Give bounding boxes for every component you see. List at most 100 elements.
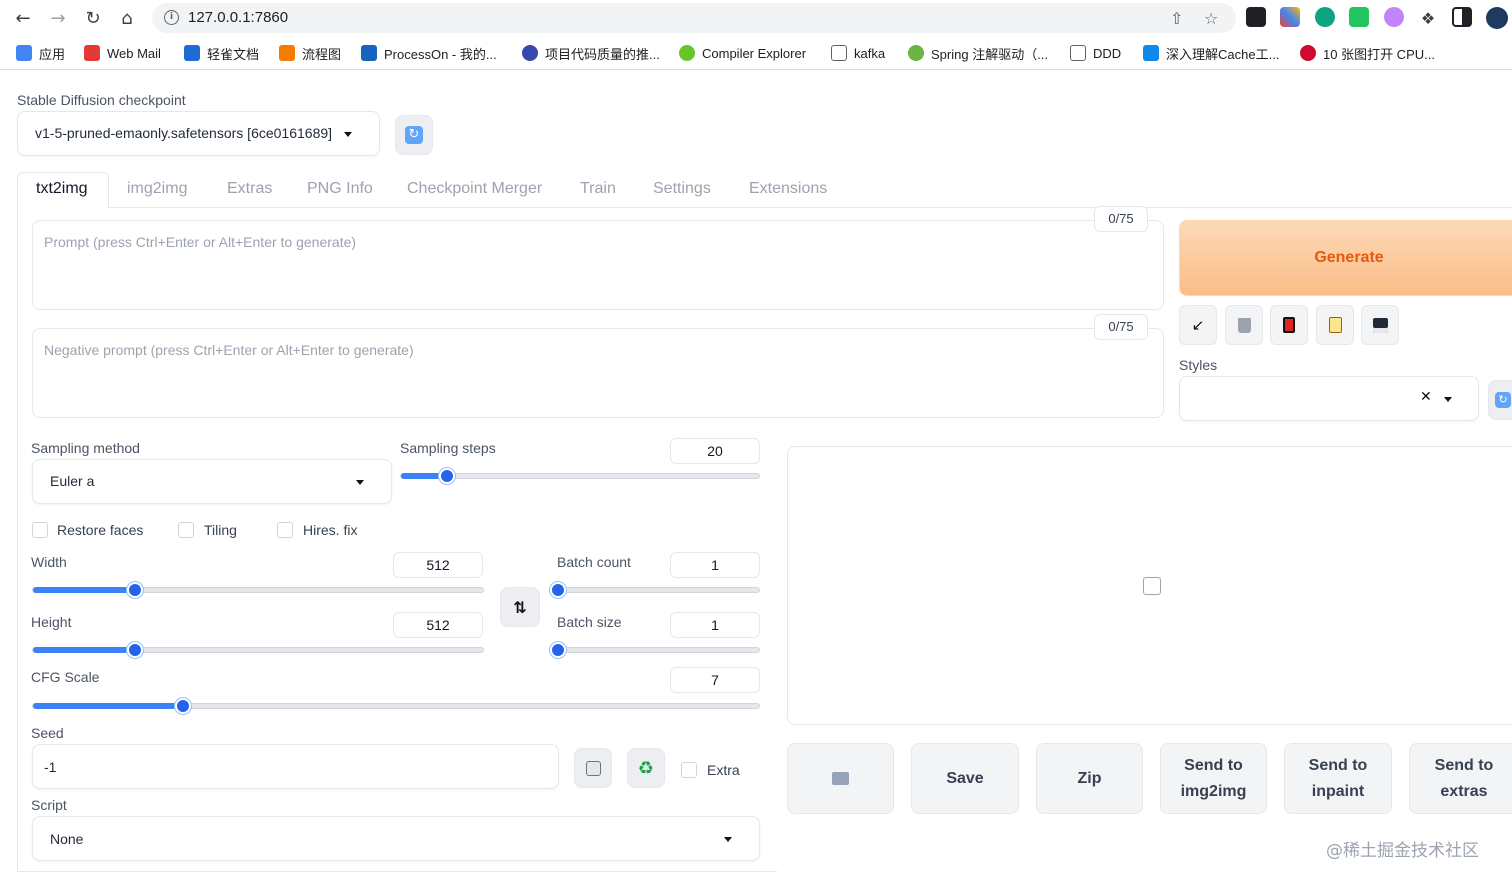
script-value: None — [50, 831, 84, 847]
swap-dimensions-button[interactable]: ⇅ — [500, 587, 540, 627]
bookmark-flowchart[interactable]: 流程图 — [279, 44, 341, 62]
cfg-scale-slider[interactable] — [32, 698, 760, 714]
profile-avatar-icon[interactable] — [1486, 7, 1508, 29]
save-style-button[interactable] — [1361, 305, 1399, 345]
slider-thumb[interactable] — [127, 642, 143, 658]
slider-thumb[interactable] — [439, 468, 455, 484]
folder-icon — [832, 772, 849, 785]
batch-size-slider[interactable] — [550, 642, 760, 658]
clear-prompt-button[interactable] — [1225, 305, 1263, 345]
extensions-puzzle-icon[interactable]: ❖ — [1416, 6, 1440, 30]
send-to-inpaint-button[interactable]: Send to inpaint — [1284, 743, 1392, 814]
webmail-icon — [84, 45, 100, 61]
home-icon[interactable]: ⌂ — [115, 6, 139, 30]
tab-img2img[interactable]: img2img — [127, 180, 187, 198]
reload-icon[interactable]: ↻ — [81, 6, 105, 30]
moon-icon — [522, 45, 538, 61]
bookmark-yuque[interactable]: 轻雀文档 — [184, 44, 259, 62]
left-panel-frame — [17, 208, 18, 872]
bookmark-processon[interactable]: ProcessOn - 我的... — [361, 44, 497, 62]
clear-x-icon[interactable]: ✕ — [1420, 389, 1432, 405]
bookmark-webmail[interactable]: Web Mail — [84, 44, 161, 62]
reuse-seed-button[interactable]: ♻ — [627, 748, 665, 788]
negative-prompt-token-counter: 0/75 — [1094, 314, 1148, 340]
bookmark-star-icon[interactable]: ☆ — [1204, 9, 1218, 28]
extension-chat-icon[interactable] — [1315, 7, 1335, 27]
tab-settings[interactable]: Settings — [653, 180, 711, 198]
extension-qr-icon[interactable] — [1349, 7, 1369, 27]
seed-label: Seed — [31, 725, 64, 741]
forward-icon[interactable]: → — [46, 6, 70, 30]
bookmark-compiler-explorer[interactable]: Compiler Explorer — [679, 44, 806, 62]
apps-grid-icon — [16, 45, 32, 61]
zip-button[interactable]: Zip — [1036, 743, 1143, 814]
extension-openai-icon[interactable] — [1384, 7, 1404, 27]
show-extra-networks-button[interactable] — [1270, 305, 1308, 345]
styles-dropdown[interactable]: ✕ — [1179, 376, 1479, 421]
height-label: Height — [31, 614, 72, 630]
share-icon[interactable]: ⇧ — [1170, 9, 1183, 28]
script-dropdown[interactable]: None — [32, 816, 760, 861]
extra-seed-label: Extra — [707, 762, 740, 778]
send-to-extras-button[interactable]: Send to extras — [1409, 743, 1512, 814]
height-slider[interactable] — [32, 642, 484, 658]
batch-count-input[interactable]: 1 — [670, 552, 760, 578]
site-info-icon[interactable]: i — [164, 10, 179, 25]
tab-checkpoint-merger[interactable]: Checkpoint Merger — [407, 180, 542, 198]
bookmark-ddd[interactable]: DDD — [1070, 44, 1121, 62]
sampling-steps-input[interactable]: 20 — [670, 438, 760, 464]
bookmark-cache[interactable]: 深入理解Cache工... — [1143, 44, 1279, 62]
sampling-method-dropdown[interactable]: Euler a — [32, 459, 392, 504]
chevron-down-icon — [1444, 397, 1452, 402]
tab-txt2img[interactable]: txt2img — [36, 180, 88, 198]
restore-faces-checkbox[interactable] — [32, 522, 48, 538]
batch-size-input[interactable]: 1 — [670, 612, 760, 638]
red-card-icon — [1283, 317, 1295, 333]
extension-pinwheel-icon[interactable] — [1280, 7, 1300, 27]
address-bar[interactable]: i 127.0.0.1:7860 ⇧ ☆ — [152, 3, 1236, 33]
read-params-button[interactable]: ↙ — [1179, 305, 1217, 345]
checkpoint-value: v1-5-pruned-emaonly.safetensors [6ce0161… — [35, 125, 333, 141]
tab-train[interactable]: Train — [580, 180, 616, 198]
random-seed-button[interactable] — [574, 748, 612, 788]
width-input[interactable]: 512 — [393, 552, 483, 578]
slider-thumb[interactable] — [127, 582, 143, 598]
tiling-checkbox[interactable] — [178, 522, 194, 538]
bookmark-apps[interactable]: 应用 — [16, 44, 65, 62]
seed-value: -1 — [44, 759, 57, 775]
restore-faces-label: Restore faces — [57, 522, 144, 538]
bookmark-cpu[interactable]: 10 张图打开 CPU... — [1300, 44, 1435, 62]
generate-button[interactable]: Generate — [1179, 220, 1512, 296]
tab-extensions[interactable]: Extensions — [749, 180, 827, 198]
extension-terminal-icon[interactable] — [1246, 7, 1266, 27]
height-input[interactable]: 512 — [393, 612, 483, 638]
address-url[interactable]: 127.0.0.1:7860 — [188, 9, 288, 26]
save-button[interactable]: Save — [911, 743, 1019, 814]
apply-style-button[interactable] — [1316, 305, 1354, 345]
hires-fix-checkbox[interactable] — [277, 522, 293, 538]
sidepanel-icon[interactable] — [1452, 7, 1472, 27]
extra-seed-checkbox[interactable] — [681, 762, 697, 778]
back-icon[interactable]: ← — [11, 6, 35, 30]
prompt-input[interactable]: Prompt (press Ctrl+Enter or Alt+Enter to… — [32, 220, 1164, 310]
slider-thumb[interactable] — [550, 582, 566, 598]
negative-prompt-input[interactable]: Negative prompt (press Ctrl+Enter or Alt… — [32, 328, 1164, 418]
tab-extras[interactable]: Extras — [227, 180, 272, 198]
checkpoint-dropdown[interactable]: v1-5-pruned-emaonly.safetensors [6ce0161… — [17, 111, 380, 156]
cfg-scale-input[interactable]: 7 — [670, 667, 760, 693]
bookmark-spring[interactable]: Spring 注解驱动（... — [908, 44, 1048, 62]
seed-input[interactable]: -1 — [32, 744, 559, 789]
bookmark-code-quality[interactable]: 项目代码质量的推... — [522, 44, 660, 62]
slider-thumb[interactable] — [550, 642, 566, 658]
send-to-img2img-button[interactable]: Send to img2img — [1160, 743, 1267, 814]
width-slider[interactable] — [32, 582, 484, 598]
bookmark-kafka[interactable]: kafka — [831, 44, 885, 62]
refresh-checkpoint-button[interactable]: ↻ — [395, 115, 433, 155]
open-folder-button[interactable] — [787, 743, 894, 814]
batch-count-slider[interactable] — [550, 582, 760, 598]
refresh-styles-button[interactable]: ↻ — [1488, 380, 1512, 420]
tab-png-info[interactable]: PNG Info — [307, 180, 373, 198]
sampling-steps-slider[interactable] — [400, 468, 760, 484]
trash-icon — [1237, 317, 1251, 333]
slider-thumb[interactable] — [175, 698, 191, 714]
